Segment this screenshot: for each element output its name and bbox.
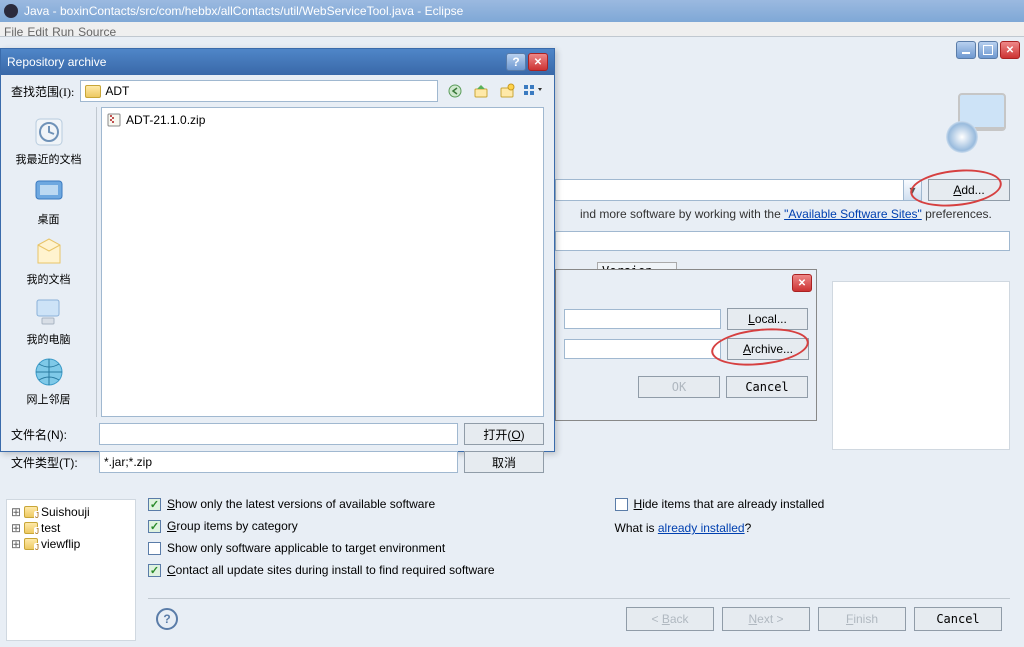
file-dialog-title: Repository archive [7,55,106,69]
java-project-icon [24,538,38,550]
install-window-maximize[interactable] [978,41,998,59]
software-list-area [832,281,1010,450]
filetype-combo[interactable]: *.jar;*.zip [99,451,458,473]
file-entry-adt-zip[interactable]: ADT-21.1.0.zip [106,112,539,128]
install-wizard-icon [946,93,1006,153]
chk-group-category[interactable]: Group items by category [148,519,495,533]
file-dialog-help[interactable]: ? [506,53,526,71]
already-installed-link[interactable]: already installed [658,521,745,535]
view-menu-icon[interactable] [522,81,544,101]
places-recent[interactable]: 我最近的文档 [16,115,82,167]
filter-input[interactable] [555,231,1010,251]
install-window-close[interactable] [1000,41,1020,59]
archive-file-icon [106,112,122,128]
combo-dropdown-icon[interactable] [903,180,921,200]
add-button[interactable]: Add... [928,179,1010,201]
wizard-cancel-button[interactable]: Cancel [914,607,1002,631]
nav-back-icon[interactable] [444,81,466,101]
add-repo-ok-button[interactable]: OK [638,376,720,398]
new-folder-icon[interactable] [496,81,518,101]
file-list[interactable]: ADT-21.1.0.zip [101,107,544,417]
folder-icon [85,85,101,98]
filename-input[interactable] [99,423,458,445]
what-is-installed-text: What is already installed? [615,521,825,535]
package-explorer[interactable]: ⊞Suishouji ⊞test ⊞viewflip [6,499,136,641]
add-repo-cancel-button[interactable]: Cancel [726,376,808,398]
folder-combo[interactable]: ADT [80,80,438,102]
install-window-minimize[interactable] [956,41,976,59]
available-sites-link[interactable]: "Available Software Sites" [784,207,922,221]
places-network[interactable]: 网上邻居 [27,355,71,407]
file-cancel-button[interactable]: 取消 [464,451,544,473]
java-project-icon [24,522,38,534]
places-desktop[interactable]: 桌面 [32,175,66,227]
places-mydocs[interactable]: 我的文档 [27,235,71,287]
wizard-back-button[interactable]: < Back [626,607,714,631]
filetype-label: 文件类型(T): [11,454,93,471]
lookin-label: 查找范围(I): [11,83,74,100]
add-repo-close[interactable] [792,274,812,292]
local-button[interactable]: Local... [727,308,808,330]
file-dialog-close[interactable] [528,53,548,71]
filename-label: 文件名(N): [11,426,93,443]
tree-item-viewflip[interactable]: ⊞viewflip [11,536,131,552]
repo-location-input[interactable] [564,339,721,359]
eclipse-window-title: Java - boxinContacts/src/com/hebbx/allCo… [24,4,463,18]
wizard-next-button[interactable]: Next > [722,607,810,631]
open-button[interactable]: 打开(O) [464,423,544,445]
tree-item-suishouji[interactable]: ⊞Suishouji [11,504,131,520]
chk-show-latest[interactable]: Show only the latest versions of availab… [148,497,495,511]
tree-item-test[interactable]: ⊞test [11,520,131,536]
current-folder-name: ADT [105,84,129,98]
chk-hide-installed[interactable]: Hide items that are already installed [615,497,825,511]
places-computer[interactable]: 我的电脑 [27,295,71,347]
work-with-combo[interactable] [555,179,922,201]
chk-target-env[interactable]: Show only software applicable to target … [148,541,495,555]
install-hint-text: ind more software by working with the "A… [580,207,992,221]
chk-contact-all[interactable]: Contact all update sites during install … [148,563,495,577]
java-project-icon [24,506,38,518]
wizard-finish-button[interactable]: Finish [818,607,906,631]
help-icon[interactable]: ? [156,608,178,630]
eclipse-app-icon [4,4,18,18]
archive-button[interactable]: Archive... [727,338,809,360]
repo-name-input[interactable] [564,309,721,329]
nav-up-icon[interactable] [470,81,492,101]
